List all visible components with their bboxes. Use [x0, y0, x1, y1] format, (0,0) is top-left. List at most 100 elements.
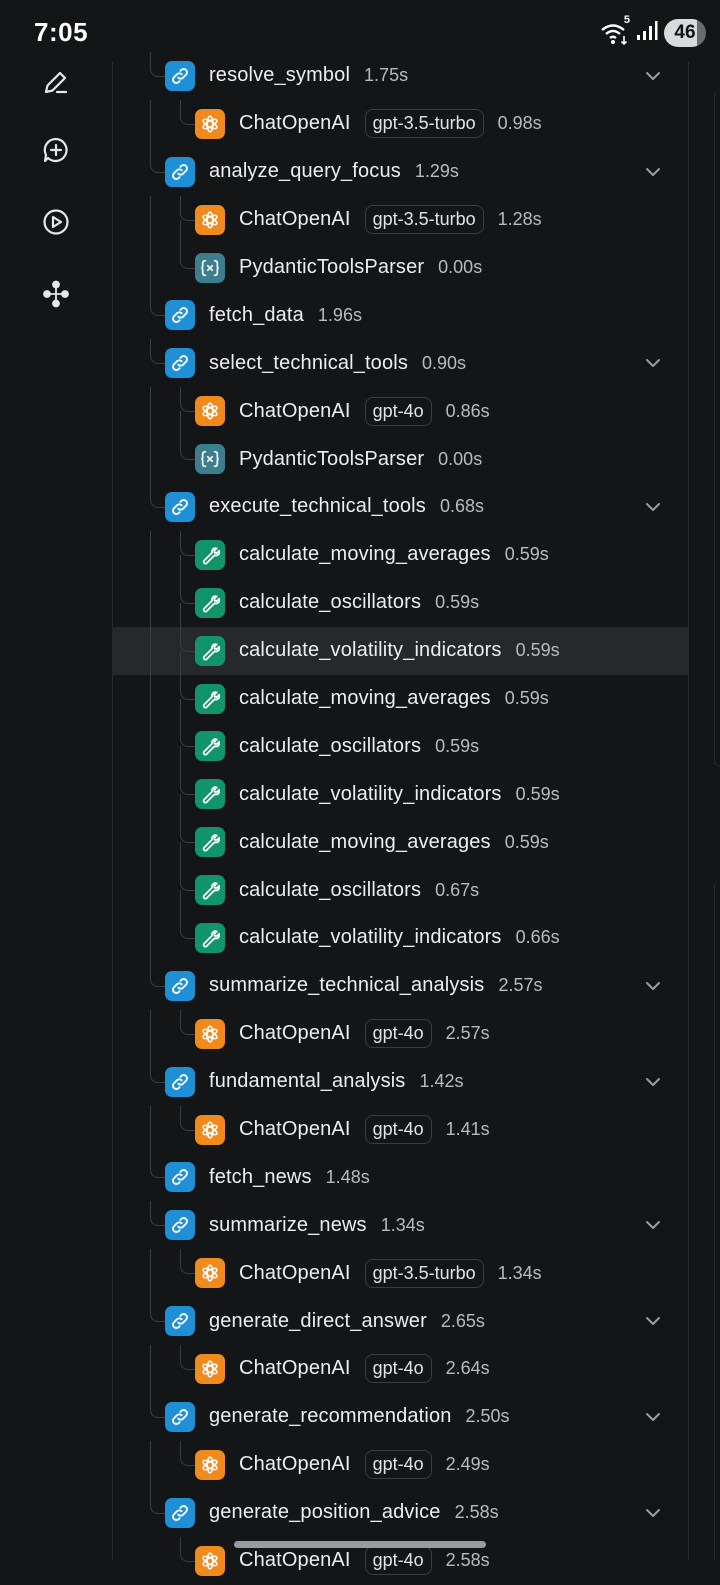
scrollbar[interactable]	[234, 1541, 486, 1548]
tree-connector	[180, 1249, 196, 1275]
node-name: analyze_query_focus	[209, 160, 401, 183]
new-chat-icon[interactable]	[36, 130, 76, 170]
play-icon[interactable]	[36, 202, 76, 242]
node-name: calculate_moving_averages	[239, 830, 491, 853]
chevron-down-icon[interactable]	[644, 1074, 662, 1095]
child-run-node[interactable]: calculate_moving_averages 0.59s	[112, 674, 688, 723]
wifi-badge: 5	[623, 14, 630, 26]
openai-icon	[195, 1018, 225, 1049]
child-run-node[interactable]: calculate_moving_averages 0.59s	[112, 818, 688, 867]
chevron-down-icon[interactable]	[644, 164, 662, 185]
model-badge: gpt-4o	[364, 1019, 432, 1049]
chevron-down-icon[interactable]	[644, 978, 662, 999]
tree-connector	[150, 1201, 166, 1227]
openai-icon	[195, 1353, 225, 1384]
tree-guide	[180, 890, 181, 915]
child-run-node[interactable]: calculate_oscillators 0.59s	[112, 722, 688, 771]
child-run-node[interactable]: ChatOpenAI gpt-4o 0.86s	[112, 387, 688, 436]
run-node[interactable]: generate_position_advice 2.58s	[112, 1488, 688, 1537]
node-content: select_technical_tools 0.90s	[165, 339, 466, 387]
model-badge: gpt-4o	[364, 1354, 432, 1384]
chevron-down-icon[interactable]	[644, 1217, 662, 1238]
node-duration: 1.34s	[380, 1214, 425, 1235]
node-content: execute_technical_tools 0.68s	[165, 483, 484, 531]
node-duration: 1.48s	[325, 1166, 370, 1187]
child-run-node[interactable]: calculate_oscillators 0.59s	[112, 578, 688, 627]
run-tree: resolve_symbol 1.75s ChatOpenAI gpt-3.5-tur…	[112, 52, 688, 1585]
node-content: ChatOpenAI gpt-3.5-turbo 1.34s	[195, 1249, 542, 1297]
tree-guide	[180, 602, 181, 627]
tree-connector	[150, 961, 166, 987]
child-run-node[interactable]: calculate_moving_averages 0.59s	[112, 530, 688, 579]
child-run-node[interactable]: calculate_volatility_indicators 0.66s	[112, 914, 688, 962]
run-node[interactable]: fetch_news 1.48s	[112, 1153, 688, 1201]
node-name: calculate_volatility_indicators	[239, 926, 502, 949]
run-node[interactable]: summarize_news 1.34s	[112, 1201, 688, 1249]
signal-icon	[636, 20, 658, 47]
node-duration: 0.90s	[421, 352, 467, 373]
child-run-node[interactable]: ChatOpenAI gpt-4o 2.64s	[112, 1345, 688, 1393]
run-node[interactable]: execute_technical_tools 0.68s	[112, 483, 688, 531]
tree-guide	[150, 722, 151, 771]
chevron-down-icon[interactable]	[644, 499, 662, 520]
left-rail	[0, 62, 113, 1560]
run-node[interactable]: resolve_symbol 1.75s	[112, 52, 688, 100]
node-duration: 2.65s	[440, 1310, 485, 1331]
tree-connector	[180, 1345, 196, 1371]
tree-guide	[150, 195, 151, 244]
graph-icon[interactable]	[36, 274, 76, 314]
chevron-down-icon[interactable]	[644, 1409, 662, 1430]
child-run-node[interactable]: ChatOpenAI gpt-3.5-turbo 1.28s	[112, 195, 688, 244]
node-name: PydanticToolsParser	[239, 256, 425, 278]
tree-connector	[180, 195, 196, 221]
run-node[interactable]: fetch_data 1.96s	[112, 291, 688, 339]
chevron-down-icon[interactable]	[644, 68, 662, 89]
run-node[interactable]: summarize_technical_analysis 2.57s	[112, 961, 688, 1010]
child-run-node[interactable]: calculate_volatility_indicators 0.59s	[112, 770, 688, 819]
child-run-node[interactable]: ChatOpenAI gpt-4o 1.41s	[112, 1105, 688, 1154]
node-name: calculate_oscillators	[239, 591, 422, 614]
chain-link-icon	[165, 1162, 195, 1193]
run-node[interactable]: select_technical_tools 0.90s	[112, 339, 688, 387]
node-duration: 0.68s	[439, 496, 484, 517]
tree-connector	[150, 1297, 166, 1323]
chain-link-icon	[165, 970, 195, 1001]
model-badge: gpt-4o	[364, 396, 432, 426]
tree-connector	[180, 674, 196, 700]
chevron-down-icon[interactable]	[644, 1313, 662, 1334]
chevron-down-icon[interactable]	[644, 1505, 662, 1526]
child-run-node[interactable]: ChatOpenAI gpt-4o 2.49s	[112, 1440, 688, 1489]
node-content: resolve_symbol 1.75s	[165, 52, 408, 100]
edit-icon[interactable]	[36, 62, 76, 102]
tree-guide	[150, 435, 151, 484]
run-node[interactable]: generate_direct_answer 2.65s	[112, 1297, 688, 1345]
tree-guide	[180, 219, 181, 244]
run-node[interactable]: generate_recommendation 2.50s	[112, 1392, 688, 1441]
child-run-node[interactable]: ChatOpenAI gpt-3.5-turbo 1.34s	[112, 1249, 688, 1298]
node-name: fundamental_analysis	[209, 1070, 406, 1093]
child-run-node[interactable]: calculate_oscillators 0.67s	[112, 866, 688, 915]
node-duration: 2.57s	[498, 975, 543, 996]
chevron-down-icon[interactable]	[644, 355, 662, 376]
node-duration: 1.42s	[419, 1071, 464, 1092]
node-name: ChatOpenAI	[239, 112, 351, 135]
side-panel-edge	[714, 90, 720, 767]
child-run-node[interactable]: ChatOpenAI gpt-3.5-turbo 0.98s	[112, 99, 688, 148]
node-duration: 0.59s	[515, 783, 560, 804]
tree-guide	[180, 698, 181, 723]
node-duration: 1.28s	[497, 209, 542, 230]
tree-connector	[150, 483, 166, 509]
node-content: ChatOpenAI gpt-4o 2.49s	[195, 1441, 490, 1489]
child-run-node[interactable]: PydanticToolsParser 0.00s	[112, 435, 688, 484]
run-node[interactable]: analyze_query_focus 1.29s	[112, 147, 688, 196]
wifi-icon: 5	[600, 14, 630, 46]
tree-guide	[180, 746, 181, 771]
child-run-node[interactable]: ChatOpenAI gpt-4o 2.57s	[112, 1009, 688, 1058]
child-run-node[interactable]: PydanticToolsParser 0.00s	[112, 243, 688, 292]
run-node[interactable]: fundamental_analysis 1.42s	[112, 1057, 688, 1106]
tree-connector	[180, 818, 196, 844]
child-run-node[interactable]: calculate_volatility_indicators 0.59s	[112, 626, 688, 675]
tree-connector	[180, 578, 196, 604]
node-name: generate_position_advice	[209, 1501, 441, 1524]
node-name: resolve_symbol	[209, 64, 351, 87]
